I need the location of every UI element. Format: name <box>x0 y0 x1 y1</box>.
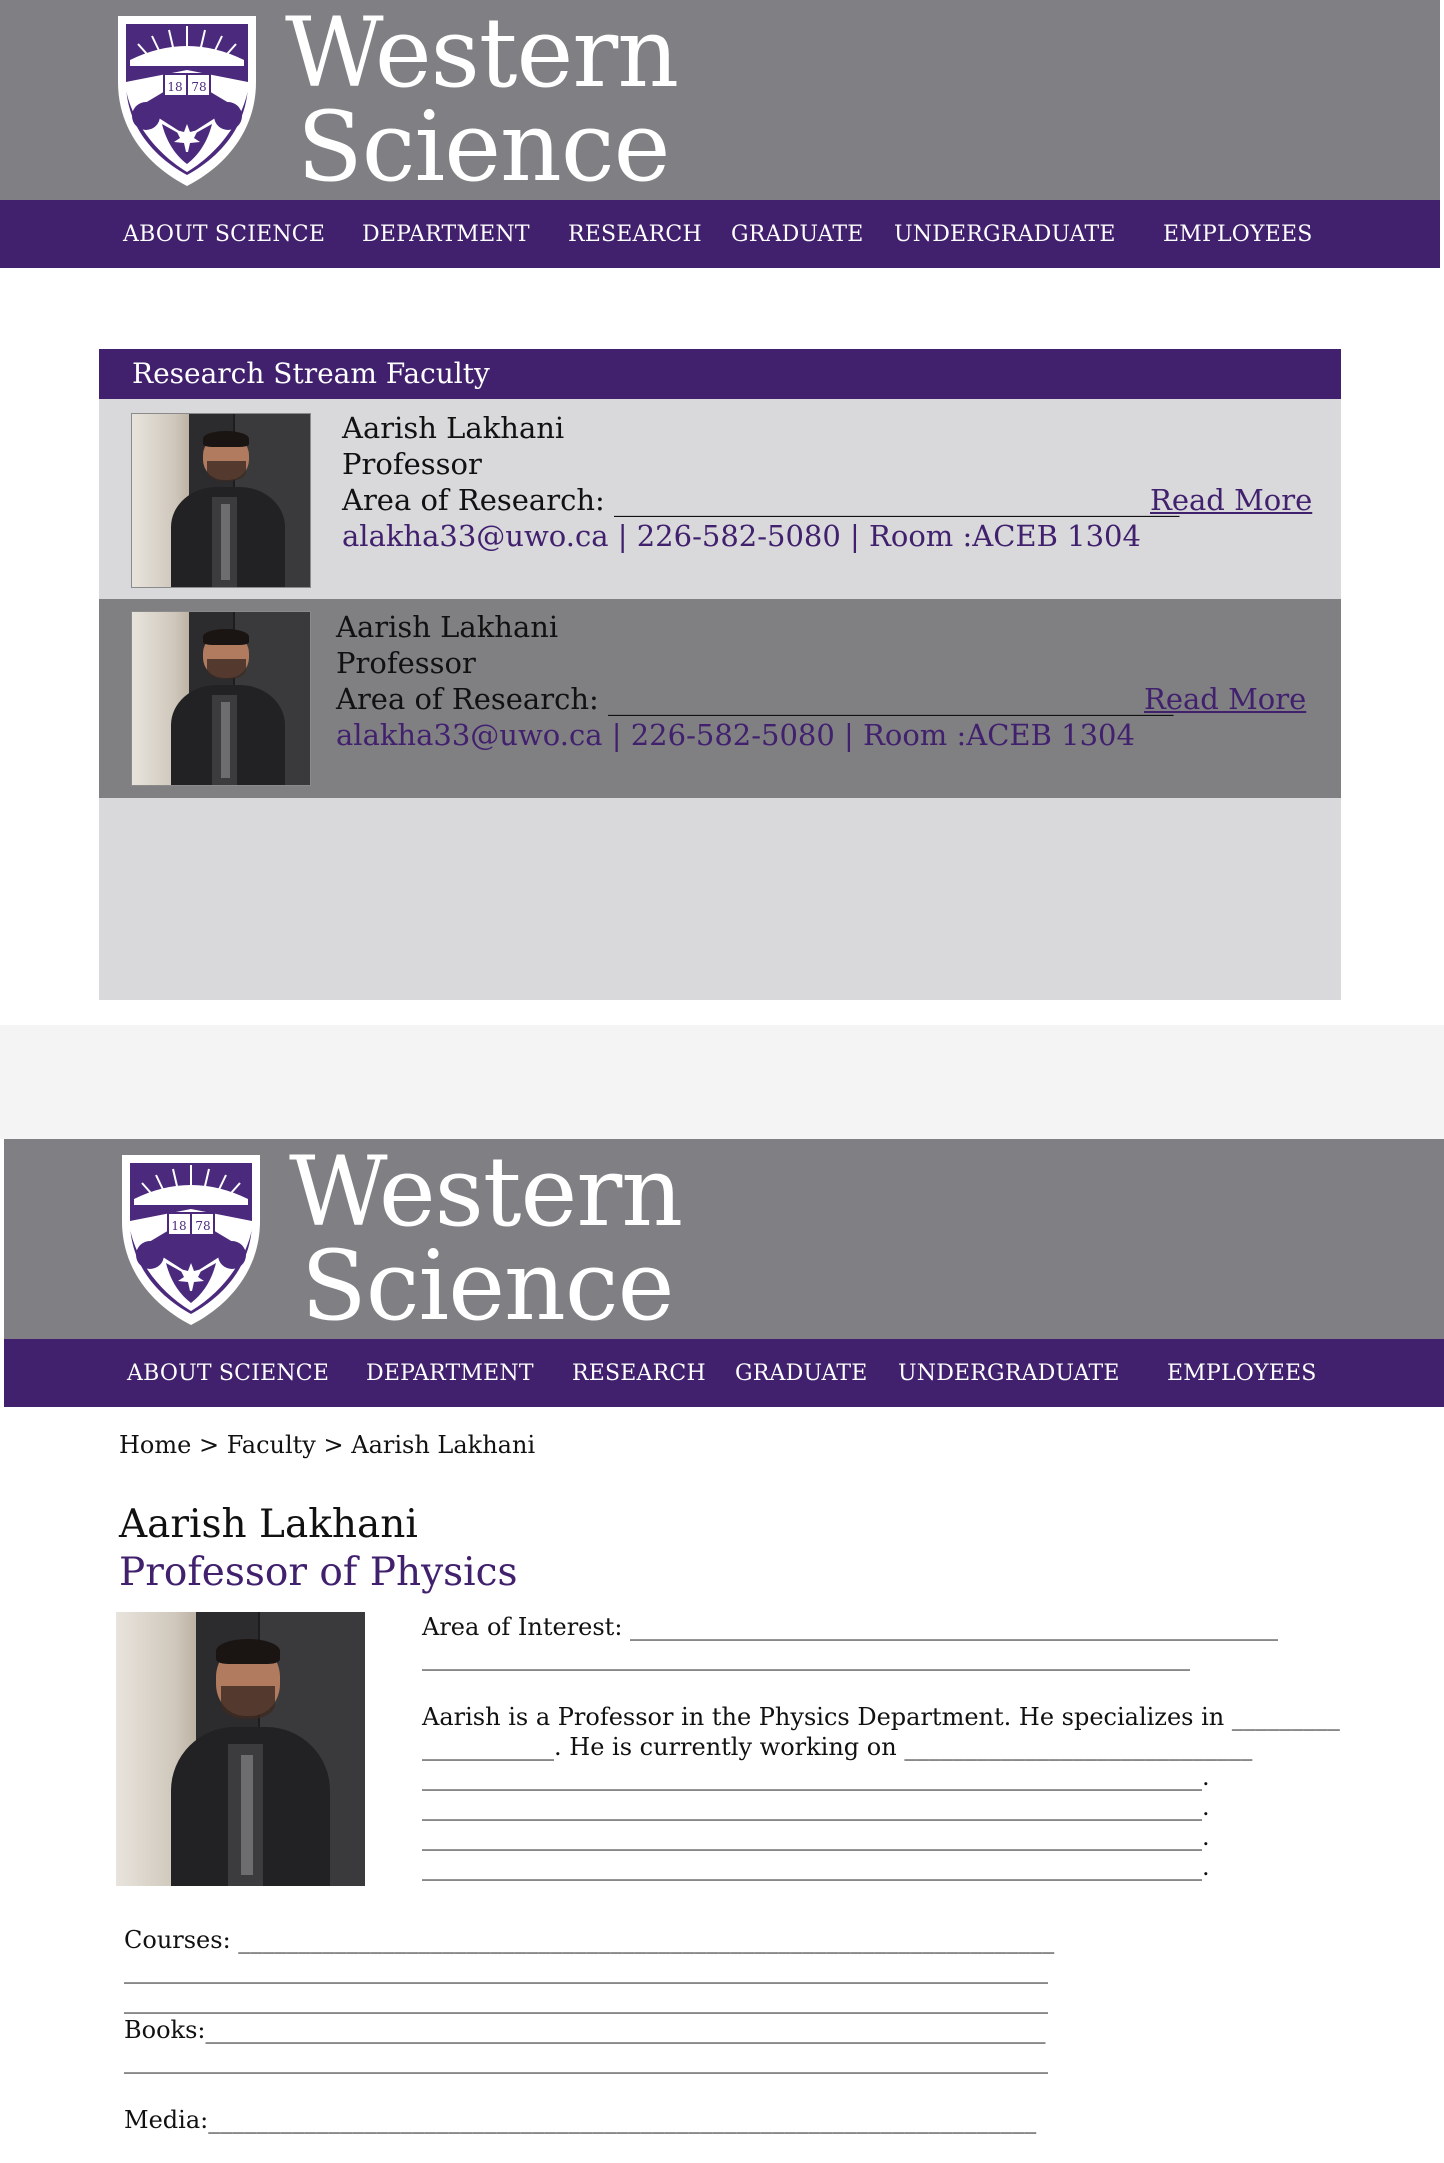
room-number: Room :ACEB 1304 <box>863 718 1135 752</box>
crest-year-left: 18 <box>167 80 182 94</box>
faculty-name: Aarish Lakhani <box>336 610 559 644</box>
nav-undergraduate[interactable]: UNDERGRADUATE <box>898 1361 1120 1386</box>
nav-employees[interactable]: EMPLOYEES <box>1163 222 1313 247</box>
crest-year-left: 18 <box>171 1219 186 1233</box>
separator: | <box>834 718 864 752</box>
room-number: Room :ACEB 1304 <box>869 519 1141 553</box>
profile-title: Professor of Physics <box>119 1550 518 1595</box>
site-header: 18 78 Western Science <box>0 0 1440 200</box>
area-of-research: Area of Research: ______________________… <box>342 483 1180 517</box>
breadcrumb-current: Aarish Lakhani <box>351 1431 536 1459</box>
profile-photo <box>116 1612 365 1886</box>
area-of-research: Area of Research: ______________________… <box>336 682 1174 716</box>
nav-department[interactable]: DEPARTMENT <box>362 222 530 247</box>
area-of-interest-cont: ________________________________________… <box>422 1643 1190 1671</box>
faculty-row: Aarish Lakhani Professor Area of Researc… <box>99 599 1341 798</box>
western-crest-logo[interactable]: 18 78 <box>118 1151 264 1327</box>
contact-line: alakha33@uwo.ca | 226-582-5080 | Room :A… <box>336 717 1135 753</box>
email-link[interactable]: alakha33@uwo.ca <box>342 519 609 553</box>
nav-graduate[interactable]: GRADUATE <box>735 1361 868 1386</box>
nav-employees[interactable]: EMPLOYEES <box>1167 1361 1317 1386</box>
faculty-list-title: Research Stream Faculty <box>99 349 1341 399</box>
wordmark-science: Science <box>301 1230 674 1342</box>
profile-name: Aarish Lakhani <box>119 1502 418 1547</box>
phone-number: 226-582-5080 <box>636 519 841 553</box>
nav-about-science[interactable]: ABOUT SCIENCE <box>127 1361 329 1386</box>
nav-graduate[interactable]: GRADUATE <box>731 222 864 247</box>
western-crest-logo[interactable]: 18 78 <box>114 12 260 188</box>
books-section-cont: ________________________________________… <box>124 2046 1048 2074</box>
books-section: Books:__________________________________… <box>124 2016 1046 2044</box>
crest-year-right: 78 <box>195 1219 210 1233</box>
main-nav-2: ABOUT SCIENCE DEPARTMENT RESEARCH GRADUA… <box>4 1339 1444 1407</box>
main-nav: ABOUT SCIENCE DEPARTMENT RESEARCH GRADUA… <box>0 200 1440 268</box>
area-of-interest: Area of Interest: ______________________… <box>422 1613 1279 1641</box>
nav-research[interactable]: RESEARCH <box>572 1361 706 1386</box>
bio-text: ________________________________________… <box>422 1853 1210 1881</box>
courses-section: Courses: _______________________________… <box>124 1926 1055 1954</box>
bio-text: ________________________________________… <box>422 1793 1210 1821</box>
faculty-role: Professor <box>336 646 476 680</box>
separator: | <box>602 718 631 752</box>
email-link[interactable]: alakha33@uwo.ca <box>336 718 603 752</box>
breadcrumb-separator: > <box>323 1431 344 1459</box>
breadcrumb: Home > Faculty > Aarish Lakhani <box>119 1430 535 1461</box>
site-header-2: 18 78 Western Science <box>4 1139 1444 1339</box>
nav-about-science[interactable]: ABOUT SCIENCE <box>123 222 325 247</box>
page-divider-band <box>0 1025 1444 1139</box>
read-more-link[interactable]: Read More <box>1144 681 1306 717</box>
faculty-row: Aarish Lakhani Professor Area of Researc… <box>99 400 1341 599</box>
nav-department[interactable]: DEPARTMENT <box>366 1361 534 1386</box>
separator: | <box>840 519 870 553</box>
separator: | <box>608 519 637 553</box>
breadcrumb-home[interactable]: Home <box>119 1431 191 1459</box>
courses-section-cont: ________________________________________… <box>124 1986 1048 2014</box>
read-more-link[interactable]: Read More <box>1150 482 1312 518</box>
bio-text: ________________________________________… <box>422 1763 1210 1791</box>
bio-text: ___________. He is currently working on … <box>422 1733 1253 1761</box>
contact-line: alakha33@uwo.ca | 226-582-5080 | Room :A… <box>342 518 1141 554</box>
breadcrumb-separator: > <box>198 1431 220 1459</box>
nav-research[interactable]: RESEARCH <box>568 222 702 247</box>
faculty-photo[interactable] <box>131 413 311 588</box>
faculty-name: Aarish Lakhani <box>342 411 565 445</box>
faculty-role: Professor <box>342 447 482 481</box>
wordmark-western: Western <box>285 0 679 109</box>
crest-year-right: 78 <box>191 80 206 94</box>
media-section: Media:__________________________________… <box>124 2106 1037 2134</box>
bio-text: Aarish is a Professor in the Physics Dep… <box>422 1703 1340 1731</box>
wordmark-science: Science <box>297 91 670 203</box>
nav-undergraduate[interactable]: UNDERGRADUATE <box>894 222 1116 247</box>
wordmark-western: Western <box>289 1136 683 1248</box>
breadcrumb-faculty[interactable]: Faculty <box>227 1431 316 1459</box>
bio-text: ________________________________________… <box>422 1823 1210 1851</box>
faculty-list-card: Research Stream Faculty Aarish Lakhani P… <box>99 349 1341 1000</box>
phone-number: 226-582-5080 <box>630 718 835 752</box>
courses-section-cont: ________________________________________… <box>124 1956 1048 1984</box>
faculty-photo[interactable] <box>131 611 311 786</box>
